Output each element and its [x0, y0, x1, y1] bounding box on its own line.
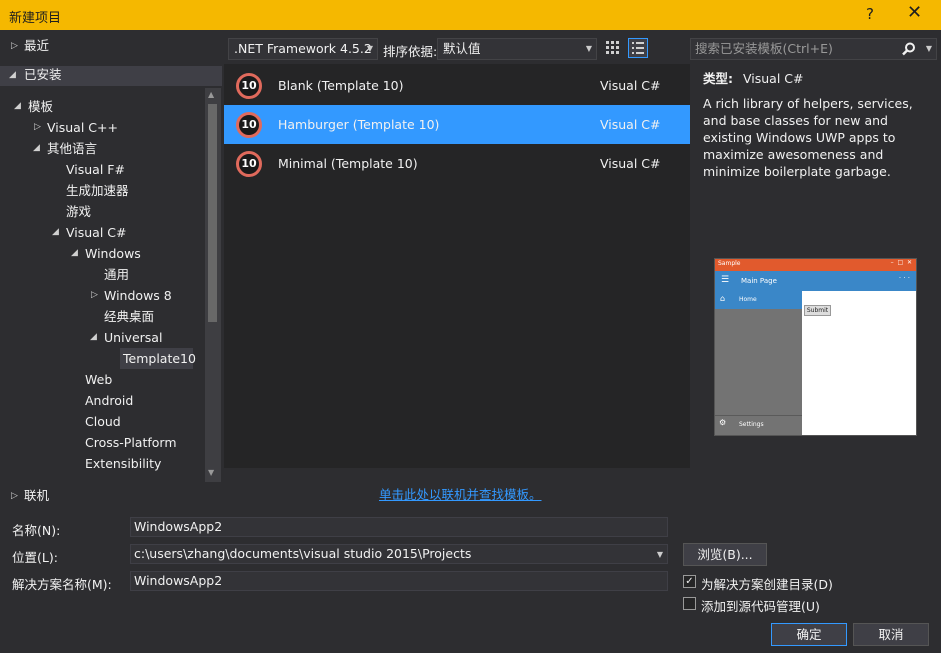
solution-name-value: WindowsApp2 — [134, 573, 223, 588]
chevron-right-icon: ▷ — [11, 41, 18, 51]
tree-item-visual-fsharp[interactable]: Visual F# — [0, 159, 222, 180]
tree-item-online[interactable]: ▷ 联机 — [0, 482, 222, 510]
preview-app-title: Sample — [718, 260, 741, 267]
template-details: 类型: Visual C# A rich library of helpers,… — [703, 70, 933, 180]
tree-item-windows8[interactable]: ▷ Windows 8 — [0, 285, 222, 306]
template10-icon: 10 — [236, 151, 262, 177]
template-language: Visual C# — [600, 156, 661, 171]
template-item-minimal[interactable]: 10 Minimal (Template 10) Visual C# — [224, 144, 690, 183]
window-title: 新建项目 — [9, 11, 62, 26]
preview-nav-settings: Settings — [739, 421, 764, 428]
chevron-down-icon[interactable]: ▼ — [926, 39, 932, 59]
cancel-button[interactable]: 取消 — [853, 623, 929, 646]
location-value: c:\users\zhang\documents\visual studio 2… — [134, 546, 472, 561]
help-button[interactable]: ? — [866, 5, 874, 23]
expanded-icon: ◢ — [52, 227, 59, 237]
tree-item-generator[interactable]: 生成加速器 — [0, 180, 222, 201]
tree-item-universal[interactable]: ◢ Universal — [0, 327, 222, 348]
search-placeholder: 搜索已安装模板(Ctrl+E) — [695, 41, 833, 56]
template-language: Visual C# — [600, 117, 661, 132]
type-value: Visual C# — [742, 71, 804, 86]
create-directory-checkbox[interactable]: ✓ — [683, 575, 696, 588]
chevron-right-icon: ▷ — [11, 491, 18, 501]
tree-item-android[interactable]: Android — [0, 390, 222, 411]
ok-button[interactable]: 确定 — [771, 623, 847, 646]
title-bar: 新建项目 ? ✕ — [0, 0, 941, 30]
preview-settings-icon: ⚙ — [719, 418, 727, 427]
tree-item-classic-desktop[interactable]: 经典桌面 — [0, 306, 222, 327]
tree-item-template10[interactable]: Template10 — [0, 348, 222, 369]
tree-item-general[interactable]: 通用 — [0, 264, 222, 285]
scroll-thumb[interactable] — [208, 104, 217, 322]
type-label: 类型: — [703, 71, 733, 86]
preview-page-title: Main Page — [741, 277, 777, 285]
sort-value: 默认值 — [443, 41, 481, 56]
browse-button[interactable]: 浏览(B)... — [683, 543, 767, 566]
tree-item-visual-cpp[interactable]: ▷ Visual C++ — [0, 117, 222, 138]
template-item-blank[interactable]: 10 Blank (Template 10) Visual C# — [224, 66, 690, 105]
template-item-hamburger[interactable]: 10 Hamburger (Template 10) Visual C# — [224, 105, 690, 144]
preview-submit-button: Submit — [804, 305, 831, 316]
chevron-right-icon: ▷ — [91, 290, 98, 300]
solution-name-label: 解决方案名称(M): — [12, 577, 112, 592]
name-value: WindowsApp2 — [134, 519, 223, 534]
tree-item-cloud[interactable]: Cloud — [0, 411, 222, 432]
tree-item-cross-platform[interactable]: Cross-Platform — [0, 432, 222, 453]
tree-item-extensibility[interactable]: Extensibility — [0, 453, 222, 474]
preview-nav-home: Home — [739, 296, 757, 303]
scroll-down-icon[interactable]: ▼ — [208, 468, 214, 477]
preview-window-controls-icon: – □ ✕ — [890, 259, 912, 266]
chevron-right-icon: ▷ — [34, 122, 41, 132]
list-view-icon[interactable] — [628, 38, 648, 58]
solution-name-field[interactable]: WindowsApp2 — [130, 571, 668, 591]
sort-label: 排序依据: — [383, 44, 438, 59]
location-field[interactable]: c:\users\zhang\documents\visual studio 2… — [130, 544, 668, 564]
template-language: Visual C# — [600, 78, 661, 93]
tree-item-games[interactable]: 游戏 — [0, 201, 222, 222]
tree-item-other-languages[interactable]: ◢ 其他语言 — [0, 138, 222, 159]
expanded-icon: ◢ — [90, 332, 97, 342]
chevron-down-icon: ▼ — [585, 44, 592, 53]
preview-more-icon: · · · — [898, 274, 910, 282]
add-source-control-label[interactable]: 添加到源代码管理(U) — [701, 596, 820, 615]
template-name: Minimal (Template 10) — [278, 156, 418, 171]
tree-item-windows[interactable]: ◢ Windows — [0, 243, 222, 264]
chevron-down-icon: ▼ — [366, 44, 373, 53]
search-input[interactable]: 搜索已安装模板(Ctrl+E) ▼ — [690, 38, 937, 60]
template-name: Blank (Template 10) — [278, 78, 404, 93]
tree-item-visual-csharp[interactable]: ◢ Visual C# — [0, 222, 222, 243]
create-directory-label[interactable]: 为解决方案创建目录(D) — [701, 574, 833, 593]
name-field[interactable]: WindowsApp2 — [130, 517, 668, 537]
expanded-icon: ◢ — [9, 70, 16, 80]
tree-item-templates[interactable]: ◢ 模板 — [0, 96, 222, 117]
scroll-up-icon[interactable]: ▲ — [208, 90, 214, 99]
tree-item-installed[interactable]: ◢ 已安装 — [0, 61, 222, 89]
template10-icon: 10 — [236, 112, 262, 138]
small-icons-view-icon[interactable] — [603, 38, 623, 58]
tree-scrollbar[interactable]: ▲ ▼ — [205, 88, 221, 482]
template-description: A rich library of helpers, services, and… — [703, 96, 913, 179]
template-preview: Sample – □ ✕ ☰ Main Page · · · ⌂ Home ⚙ … — [714, 258, 917, 436]
tree-item-recent[interactable]: ▷ 最近 — [0, 32, 222, 60]
template-name: Hamburger (Template 10) — [278, 117, 440, 132]
name-label: 名称(N): — [12, 523, 61, 538]
tree-item-web[interactable]: Web — [0, 369, 222, 390]
expanded-icon: ◢ — [71, 248, 78, 258]
online-search-link[interactable]: 单击此处以联机并查找模板。 — [379, 484, 542, 503]
expanded-icon: ◢ — [33, 143, 40, 153]
preview-hamburger-icon: ☰ — [721, 275, 730, 285]
expanded-icon: ◢ — [14, 101, 21, 111]
framework-dropdown[interactable]: .NET Framework 4.5.2 ▼ — [228, 38, 378, 60]
preview-home-icon: ⌂ — [720, 294, 726, 303]
location-label: 位置(L): — [12, 550, 58, 565]
template10-icon: 10 — [236, 73, 262, 99]
template-list: 10 Blank (Template 10) Visual C# 10 Hamb… — [224, 64, 690, 468]
close-button[interactable]: ✕ — [907, 2, 922, 23]
framework-value: .NET Framework 4.5.2 — [234, 41, 372, 56]
chevron-down-icon[interactable]: ▼ — [657, 546, 663, 564]
search-icon[interactable] — [902, 42, 916, 56]
add-source-control-checkbox[interactable] — [683, 597, 696, 610]
sort-dropdown[interactable]: 默认值 ▼ — [437, 38, 597, 60]
